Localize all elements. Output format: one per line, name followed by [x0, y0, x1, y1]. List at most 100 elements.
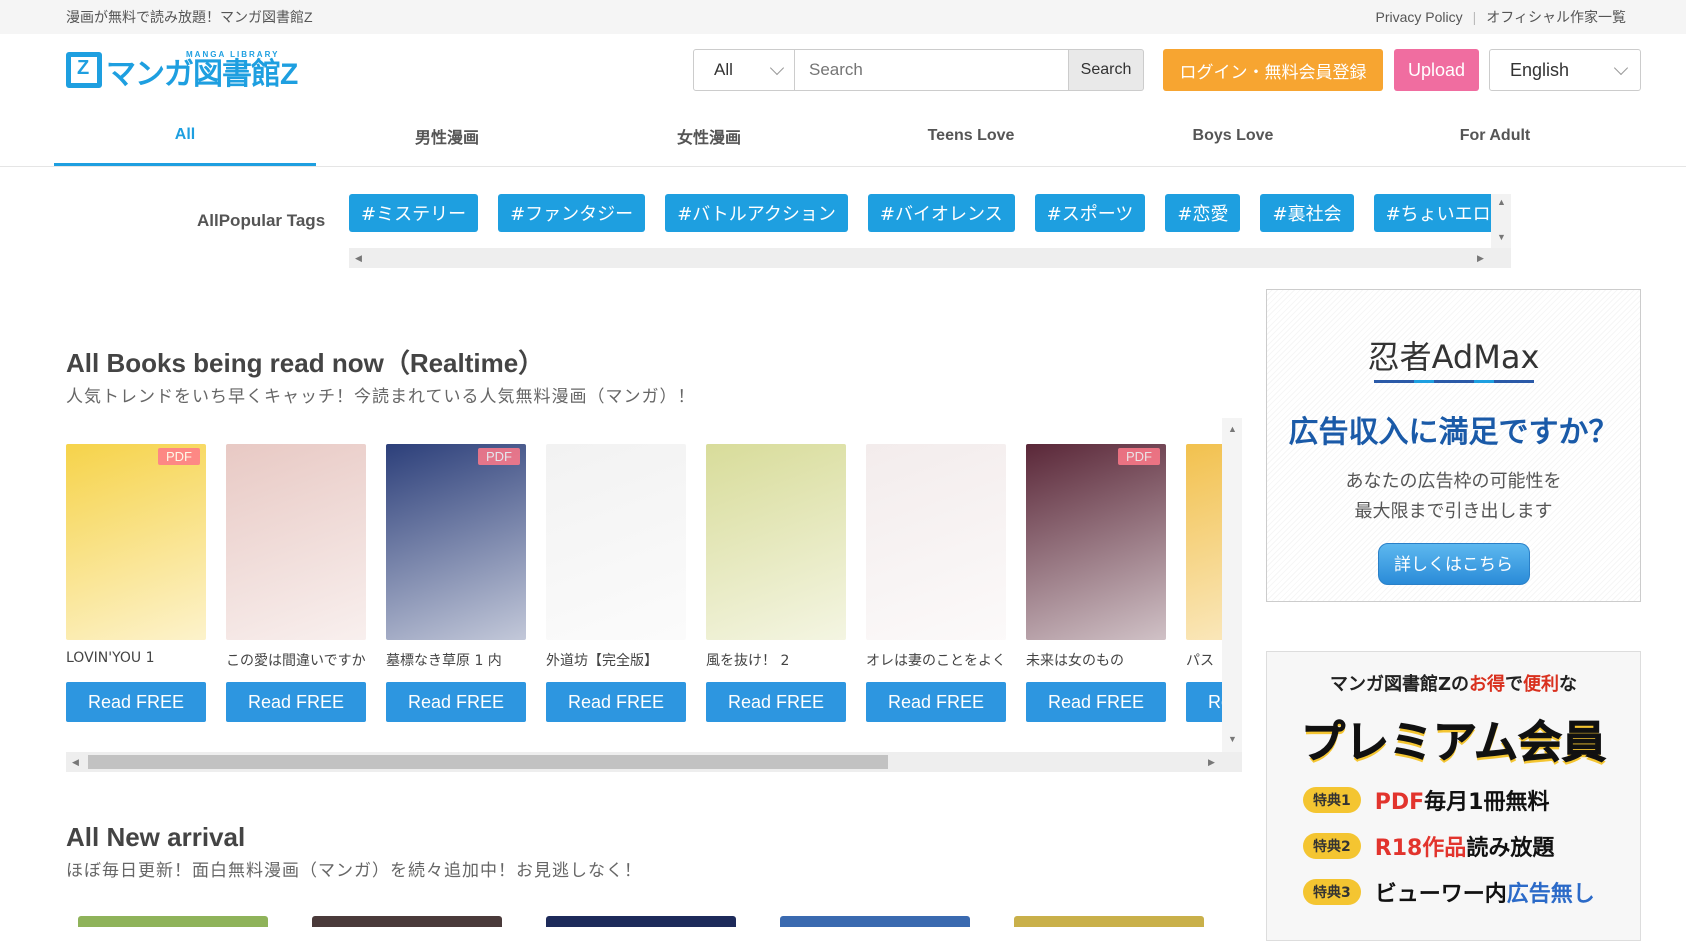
language-select[interactable]: English	[1489, 49, 1641, 91]
read-free-button[interactable]: Read FREE	[386, 682, 526, 722]
premium-ad-highlight: お得	[1469, 674, 1506, 695]
read-free-button[interactable]: Read FREE	[226, 682, 366, 722]
tab-for-adult[interactable]: For Adult	[1364, 106, 1626, 166]
premium-ad-headline: プレミアム会員	[1301, 717, 1607, 769]
book-card[interactable]: 風を抜け！ 2 Read FREE	[706, 444, 846, 722]
book-cover-image[interactable]: PDF	[386, 444, 526, 640]
book-card[interactable]: PDF 墓標なき草原 1 内 Read FREE	[386, 444, 526, 722]
scroll-up-icon[interactable]: ▲	[1228, 424, 1237, 434]
admax-ad-banner[interactable]: 忍者AdMax 広告収入に満足ですか？ あなたの広告枠の可能性を 最大限まで引き…	[1266, 289, 1641, 602]
book-cover-image[interactable]: PDF	[66, 444, 206, 640]
book-list: PDF LOVIN'YOU 1 Read FREE この愛は間違いですか Read FR…	[66, 418, 1242, 722]
pdf-badge: PDF	[1118, 448, 1160, 465]
book-cover-image[interactable]	[706, 444, 846, 640]
book-title[interactable]: LOVIN'YOU 1	[66, 650, 206, 670]
book-title[interactable]: この愛は間違いですか	[226, 650, 366, 670]
book-cover-image[interactable]	[546, 444, 686, 640]
perk-rest: 読み放題	[1466, 836, 1555, 861]
new-arrival-cover[interactable]	[546, 916, 736, 927]
tag-item[interactable]: #ちょいエロ	[1373, 194, 1503, 232]
privacy-policy-link[interactable]: Privacy Policy	[1375, 9, 1462, 25]
read-free-button[interactable]: Read FREE	[66, 682, 206, 722]
book-title[interactable]: 未来は女のもの	[1026, 650, 1166, 670]
official-authors-link[interactable]: オフィシャル作家一覧	[1486, 7, 1626, 27]
scroll-left-icon[interactable]: ◀	[72, 757, 79, 768]
book-card[interactable]: PDF LOVIN'YOU 1 Read FREE	[66, 444, 206, 722]
books-vertical-scrollbar[interactable]: ▲ ▼	[1222, 418, 1242, 752]
chevron-down-icon	[1613, 60, 1629, 75]
book-card[interactable]: 外道坊【完全版】 Read FREE	[546, 444, 686, 722]
login-register-button[interactable]: ログイン・無料会員登録	[1163, 49, 1383, 91]
book-title[interactable]: 墓標なき草原 1 内	[386, 650, 526, 670]
new-arrival-subtitle: ほぼ毎日更新！面白無料漫画（マンガ）を続々追加中！お見逃しなく！	[66, 861, 642, 881]
site-logo[interactable]: MANGA LIBRARY マンガ図書館Z	[66, 50, 298, 91]
tag-list: #ミステリー #ファンタジー #バトルアクション #バイオレンス #スポーツ #…	[349, 194, 1511, 232]
perk-highlight: R18作品	[1374, 836, 1467, 861]
premium-member-ad[interactable]: マンガ図書館Zのお得で便利な プレミアム会員 特典1 PDF毎月1冊無料 特典2…	[1266, 651, 1641, 941]
book-cover-image[interactable]	[226, 444, 366, 640]
tags-vertical-scrollbar[interactable]: ▲ ▼	[1491, 194, 1511, 248]
tab-boys-love[interactable]: Boys Love	[1102, 106, 1364, 166]
search-scope-value: All	[714, 60, 733, 79]
logo-text: マンガ図書館Z	[106, 57, 298, 91]
realtime-section-subtitle: 人気トレンドをいち早くキャッチ！今読まれている人気無料漫画（マンガ）！	[66, 387, 696, 407]
scroll-up-icon[interactable]: ▲	[1497, 197, 1506, 207]
book-card[interactable]: PDF 未来は女のもの Read FREE	[1026, 444, 1166, 722]
tags-horizontal-scrollbar[interactable]: ◀ ▶	[349, 248, 1511, 268]
language-value: English	[1510, 59, 1570, 80]
site-header: MANGA LIBRARY マンガ図書館Z All Search ログイン・無料…	[0, 34, 1686, 106]
book-cover-image[interactable]: PDF	[1026, 444, 1166, 640]
scroll-right-icon[interactable]: ▶	[1208, 757, 1215, 768]
book-title[interactable]: 外道坊【完全版】	[546, 650, 686, 670]
tag-item[interactable]: #ファンタジー	[498, 194, 646, 232]
scroll-down-icon[interactable]: ▼	[1497, 232, 1506, 242]
book-title[interactable]: 風を抜け！ 2	[706, 650, 846, 670]
pdf-badge: PDF	[478, 448, 520, 465]
read-free-button[interactable]: Read FREE	[1026, 682, 1166, 722]
new-arrival-cover[interactable]	[780, 916, 970, 927]
ad-cta-button[interactable]: 詳しくはこちら	[1377, 543, 1530, 585]
new-arrival-cover[interactable]	[312, 916, 502, 927]
chevron-down-icon	[769, 60, 785, 75]
logo-mark-icon	[66, 52, 102, 88]
book-cover-image[interactable]	[866, 444, 1006, 640]
search-scope-select[interactable]: All	[693, 49, 795, 91]
ad-copy: あなたの広告枠の可能性を 最大限まで引き出します	[1267, 467, 1640, 527]
premium-ad-tagline: マンガ図書館Zのお得で便利な	[1267, 670, 1640, 696]
ad-copy-line: 最大限まで引き出します	[1354, 501, 1553, 522]
realtime-section-title: All Books being read now（Realtime）	[66, 348, 545, 378]
upload-button[interactable]: Upload	[1394, 49, 1479, 91]
scroll-right-icon[interactable]: ▶	[1477, 253, 1484, 264]
perk-rest: ビューワー内	[1374, 882, 1507, 907]
perk-badge: 特典1	[1303, 787, 1361, 813]
search-button[interactable]: Search	[1069, 49, 1144, 91]
tag-item[interactable]: #ミステリー	[349, 194, 479, 232]
tab-all[interactable]: All	[54, 106, 316, 166]
tag-item[interactable]: #恋愛	[1165, 194, 1241, 232]
scroll-down-icon[interactable]: ▼	[1228, 734, 1237, 744]
premium-perk: 特典2 R18作品読み放題	[1303, 830, 1640, 862]
read-free-button[interactable]: Read FREE	[546, 682, 686, 722]
tag-item[interactable]: #バトルアクション	[665, 194, 848, 232]
tab-mens-manga[interactable]: 男性漫画	[316, 106, 578, 166]
ad-brand-underline	[1373, 380, 1534, 383]
book-title[interactable]: オレは妻のことをよく	[866, 650, 1006, 670]
tab-womens-manga[interactable]: 女性漫画	[578, 106, 840, 166]
book-card[interactable]: オレは妻のことをよく Read FREE	[866, 444, 1006, 722]
top-bar: 漫画が無料で読み放題！マンガ図書館Z Privacy Policy | オフィシ…	[0, 0, 1686, 34]
perk-text: R18作品読み放題	[1375, 830, 1555, 862]
new-arrival-cover[interactable]	[1014, 916, 1204, 927]
tag-item[interactable]: #スポーツ	[1034, 194, 1146, 232]
read-free-button[interactable]: Read FREE	[866, 682, 1006, 722]
new-arrival-covers	[78, 916, 1204, 927]
tag-item[interactable]: #裏社会	[1260, 194, 1354, 232]
scrollbar-thumb[interactable]	[88, 755, 888, 769]
books-horizontal-scrollbar[interactable]: ◀ ▶	[66, 752, 1242, 772]
tag-item[interactable]: #バイオレンス	[867, 194, 1015, 232]
search-input[interactable]	[795, 49, 1069, 91]
scroll-left-icon[interactable]: ◀	[355, 253, 362, 264]
read-free-button[interactable]: Read FREE	[706, 682, 846, 722]
tab-teens-love[interactable]: Teens Love	[840, 106, 1102, 166]
book-card[interactable]: この愛は間違いですか Read FREE	[226, 444, 366, 722]
new-arrival-cover[interactable]	[78, 916, 268, 927]
